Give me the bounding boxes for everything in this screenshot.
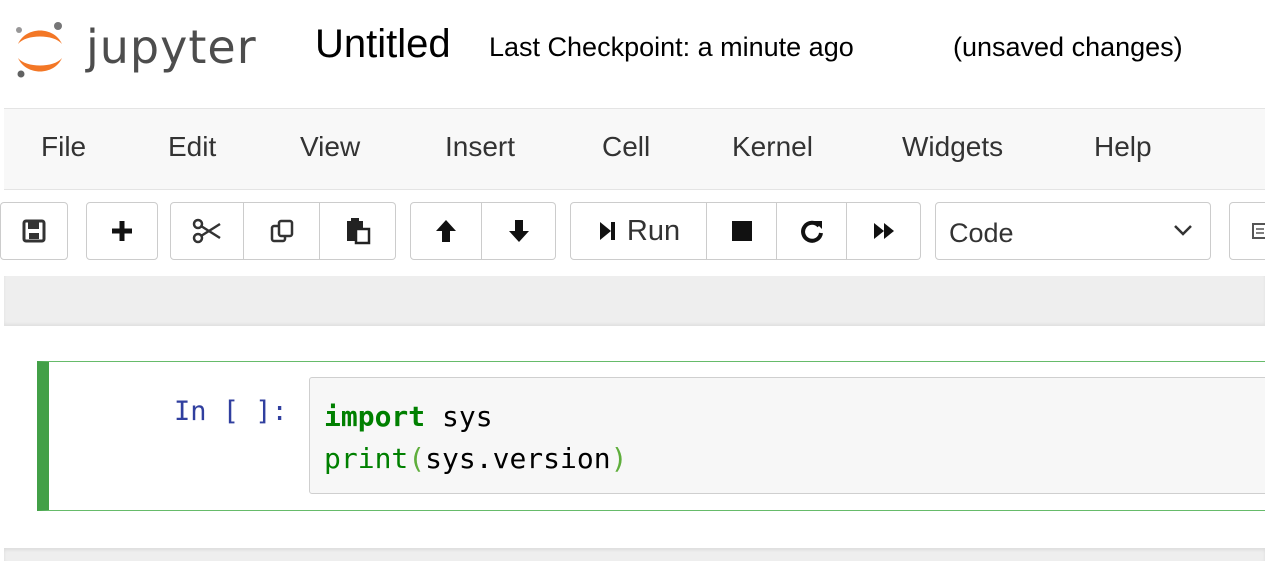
notebook-top-band [4,276,1265,326]
menubar: File Edit View Insert Cell Kernel Widget… [4,108,1265,190]
menu-cell[interactable]: Cell [602,131,650,163]
header: jupyter Untitled Last Checkpoint: a minu… [0,0,1265,100]
step-forward-icon [599,222,615,240]
input-prompt: In [ ]: [174,396,288,427]
floppy-disk-icon [22,219,46,243]
menu-widgets[interactable]: Widgets [902,131,1003,163]
restart-run-all-button[interactable] [847,202,921,260]
code-paren-open: ( [408,442,426,475]
keyboard-icon [1252,223,1265,239]
run-group: Run [570,202,921,260]
restart-button[interactable] [777,202,847,260]
cell-type-select[interactable]: Code [935,202,1211,260]
code-editor[interactable]: import sys print(sys.version) [309,377,1265,494]
menu-view[interactable]: View [300,131,360,163]
jupyter-notebook-page: jupyter Untitled Last Checkpoint: a minu… [0,0,1265,561]
stop-icon [731,221,752,241]
insert-group [86,202,158,260]
menu-file[interactable]: File [41,131,86,163]
copy-button[interactable] [244,202,320,260]
code-paren-close: ) [610,442,628,475]
copy-icon [270,219,293,243]
plus-icon [112,221,132,241]
fast-forward-icon [873,223,894,239]
run-label: Run [626,214,681,247]
notebook-bottom-band [4,548,1265,561]
command-palette-button[interactable] [1229,202,1265,260]
code-line-1: import sys [324,396,1265,438]
move-down-button[interactable] [482,202,556,260]
autosave-status: (unsaved changes) [953,32,1183,62]
menu-help[interactable]: Help [1094,131,1152,163]
code-cell[interactable]: In [ ]: import sys print(sys.version) [37,361,1265,511]
menu-edit[interactable]: Edit [168,131,216,163]
edit-group [170,202,396,260]
redo-icon [800,220,823,243]
arrow-up-icon [436,220,456,242]
paste-button[interactable] [320,202,396,260]
save-group [0,202,68,260]
checkpoint-status: Last Checkpoint: a minute ago [489,32,854,62]
paste-icon [346,218,370,245]
code-builtin: print [324,442,409,475]
code-keyword: import [324,400,426,433]
run-button[interactable]: Run [570,202,707,260]
notebook-name[interactable]: Untitled [315,22,451,67]
code-text: sys [425,400,493,433]
cut-button[interactable] [170,202,244,260]
toolbar: Run Code [0,190,1265,276]
move-up-button[interactable] [410,202,482,260]
cell-type-value: Code [949,218,1014,248]
jupyter-logo[interactable]: jupyter [12,12,277,82]
move-group [410,202,556,260]
chevron-down-icon [1174,225,1192,236]
save-button[interactable] [0,202,68,260]
code-line-2: print(sys.version) [324,438,1265,480]
code-arg: sys.version [425,442,611,475]
insert-cell-button[interactable] [86,202,158,260]
jupyter-logo-icon [16,22,62,78]
menu-kernel[interactable]: Kernel [732,131,813,163]
interrupt-button[interactable] [707,202,777,260]
logo-text: jupyter [86,20,257,74]
arrow-down-icon [508,220,529,242]
menu-insert[interactable]: Insert [445,131,515,163]
scissors-icon [192,218,221,244]
